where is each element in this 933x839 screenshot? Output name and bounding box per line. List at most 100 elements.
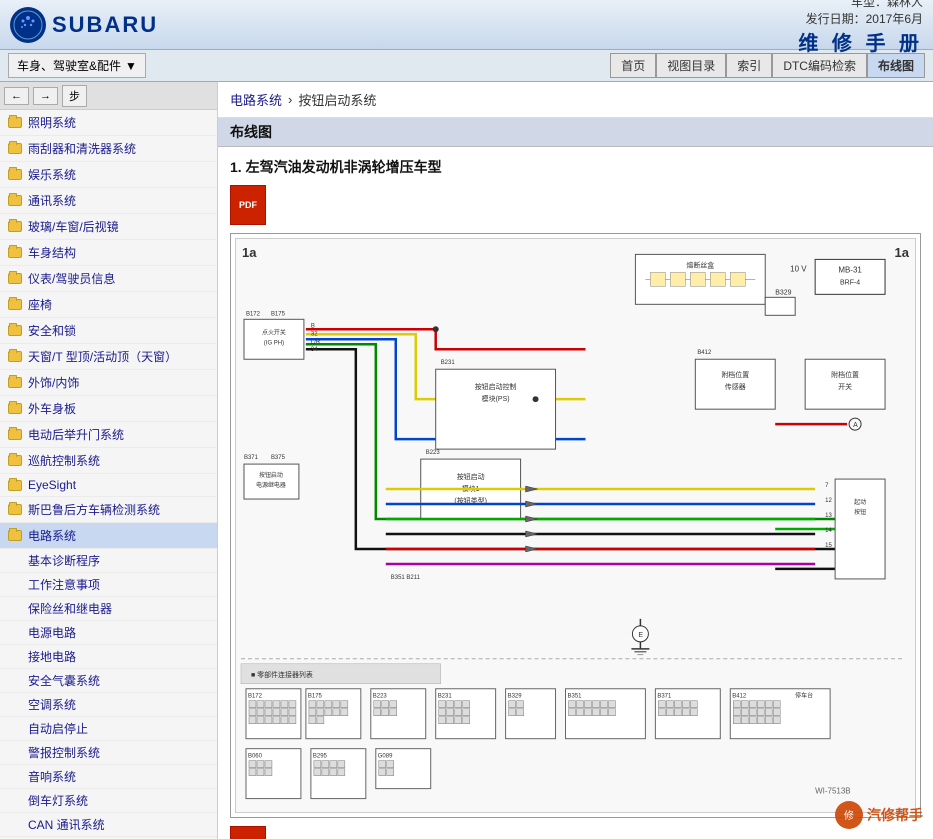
brand-name: SUBARU — [52, 12, 158, 38]
svg-text:A: A — [853, 422, 858, 429]
content-area: 电路系统 › 按钮启动系统 布线图 1. 左驾汽油发动机非涡轮增压车型 PDF … — [218, 82, 933, 839]
index-button[interactable]: 索引 — [726, 53, 772, 78]
sidebar-item-work-notes[interactable]: 工作注意事项 — [0, 573, 217, 597]
svg-text:按钮启动: 按钮启动 — [259, 471, 283, 479]
sidebar-item-label: 自动启停止 — [28, 722, 88, 736]
sidebar-item-sunroof[interactable]: 天窗/T 型顶/活动顶（天窗） — [0, 344, 217, 370]
sidebar-item-alarm[interactable]: 警报控制系统 — [0, 741, 217, 765]
svg-text:按钮启动: 按钮启动 — [457, 472, 485, 481]
folder-icon — [8, 143, 22, 154]
sidebar-nav-bar: ← → 步 — [0, 82, 217, 110]
sidebar-item-basic-diag[interactable]: 基本诊断程序 — [0, 549, 217, 573]
wiring-button[interactable]: 布线图 — [867, 53, 925, 78]
svg-text:E: E — [638, 632, 643, 639]
pdf-button-bottom[interactable]: PDF — [230, 826, 266, 839]
sidebar-item-label: 玻璃/车窗/后视镜 — [28, 218, 119, 235]
sidebar-item-security[interactable]: 安全和锁 — [0, 318, 217, 344]
category-label: 车身、驾驶室&配件 — [17, 57, 121, 74]
forward-button[interactable]: → — [33, 87, 58, 105]
svg-text:电源继电器: 电源继电器 — [256, 481, 286, 489]
svg-text:熔断丝盒: 熔断丝盒 — [686, 260, 714, 269]
sidebar-item-label: 天窗/T 型顶/活动顶（天窗） — [28, 348, 177, 365]
svg-text:MB-31: MB-31 — [838, 265, 862, 274]
sidebar-item-fuse-relay[interactable]: 保险丝和继电器 — [0, 597, 217, 621]
svg-text:B351 B211: B351 B211 — [391, 575, 421, 581]
sidebar-item-can[interactable]: CAN 通讯系统 — [0, 813, 217, 837]
sidebar-item-label: 接地电路 — [28, 650, 76, 664]
sidebar-item-body-structure[interactable]: 车身结构 — [0, 240, 217, 266]
header-info: 车型：森林人 发行日期：2017年6月 维 修 手 册 — [798, 0, 923, 56]
breadcrumb-parent[interactable]: 电路系统 — [230, 90, 282, 109]
sidebar-item-subaru-rear[interactable]: 斯巴鲁后方车辆检测系统 — [0, 497, 217, 523]
sidebar-item-label: 外饰/内饰 — [28, 374, 79, 391]
svg-text:B371: B371 — [244, 455, 259, 461]
sidebar-item-cruise[interactable]: 巡航控制系统 — [0, 448, 217, 474]
folder-icon — [8, 325, 22, 336]
back-button[interactable]: ← — [4, 87, 29, 105]
diagram-label-top-left: 1a — [242, 245, 256, 260]
nav-buttons: 首页 视图目录 索引 DTC编码检索 布线图 — [610, 53, 925, 78]
sidebar-item-liftgate[interactable]: 电动后举升门系统 — [0, 422, 217, 448]
folder-icon — [8, 530, 22, 541]
svg-text:B231: B231 — [441, 360, 456, 366]
svg-text:32: 32 — [311, 331, 318, 337]
dtc-button[interactable]: DTC编码检索 — [772, 53, 867, 78]
svg-text:■ 零部件连接器列表: ■ 零部件连接器列表 — [251, 670, 313, 679]
folder-icon — [8, 504, 22, 515]
svg-text:12: 12 — [825, 498, 832, 504]
sidebar-item-label: 仪表/驾驶员信息 — [28, 270, 115, 287]
sidebar-item-label: 巡航控制系统 — [28, 452, 100, 469]
step-button[interactable]: 步 — [62, 85, 87, 107]
sidebar-item-label: 倒车灯系统 — [28, 794, 88, 808]
manual-title: 维 修 手 册 — [798, 27, 923, 56]
sidebar-item-interior[interactable]: 外饰/内饰 — [0, 370, 217, 396]
breadcrumb-current: 按钮启动系统 — [298, 90, 376, 109]
svg-text:B060: B060 — [248, 754, 263, 760]
sidebar-item-airbag[interactable]: 安全气囊系统 — [0, 669, 217, 693]
sidebar-item-instrument[interactable]: 仪表/驾驶员信息 — [0, 266, 217, 292]
svg-text:传感器: 传感器 — [725, 382, 746, 391]
sidebar-item-communication[interactable]: 通讯系统 — [0, 188, 217, 214]
sidebar-item-auto-stop[interactable]: 自动启停止 — [0, 717, 217, 741]
content-body: 1. 左驾汽油发动机非涡轮增压车型 PDF 1a 1a — [218, 147, 933, 839]
svg-text:BRF-4: BRF-4 — [840, 279, 860, 286]
sidebar-item-audio[interactable]: 音响系统 — [0, 765, 217, 789]
sidebar-item-reverse-light[interactable]: 倒车灯系统 — [0, 789, 217, 813]
sidebar-item-seat[interactable]: 座椅 — [0, 292, 217, 318]
watermark-label: 汽修帮手 — [867, 805, 923, 825]
pdf-button[interactable]: PDF — [230, 185, 266, 225]
sidebar-item-body-panel[interactable]: 外车身板 — [0, 396, 217, 422]
sidebar-item-label: 安全和锁 — [28, 322, 76, 339]
svg-text:B375: B375 — [271, 455, 286, 461]
svg-text:15: 15 — [825, 543, 832, 549]
sidebar-item-lighting[interactable]: 照明系统 — [0, 110, 217, 136]
svg-text:13: 13 — [825, 513, 832, 519]
sidebar-item-glass[interactable]: 玻璃/车窗/后视镜 — [0, 214, 217, 240]
diagram-label-top-right: 1a — [895, 245, 909, 260]
view-index-button[interactable]: 视图目录 — [656, 53, 726, 78]
category-dropdown[interactable]: 车身、驾驶室&配件 ▼ — [8, 53, 146, 78]
svg-text:按钮启动控制: 按钮启动控制 — [475, 382, 517, 391]
sidebar-item-label: 斯巴鲁后方车辆检测系统 — [28, 501, 160, 518]
svg-text:B329: B329 — [508, 694, 523, 700]
sidebar-item-wipers[interactable]: 雨刮器和清洗器系统 — [0, 136, 217, 162]
svg-text:附档位置: 附档位置 — [831, 370, 859, 379]
wiring-diagram: 1a 1a MB-31 BRF-4 10 V — [235, 238, 916, 813]
section-title: 1. 左驾汽油发动机非涡轮增压车型 — [230, 157, 921, 177]
folder-icon — [8, 117, 22, 128]
sidebar-item-electrical[interactable]: 电路系统 — [0, 523, 217, 549]
sidebar-item-ground[interactable]: 接地电路 — [0, 645, 217, 669]
main-layout: ← → 步 照明系统 雨刮器和清洗器系统 娱乐系统 通讯系统 玻璃/车窗/后视镜… — [0, 82, 933, 839]
sidebar-item-power-circuit[interactable]: 电源电路 — [0, 621, 217, 645]
sidebar-item-label: 安全气囊系统 — [28, 674, 100, 688]
svg-text:B351: B351 — [568, 694, 583, 700]
sidebar-item-ac[interactable]: 空调系统 — [0, 693, 217, 717]
breadcrumb-separator: › — [288, 92, 292, 107]
logo-area: SUBARU — [10, 7, 158, 43]
issue-date: 发行日期：2017年6月 — [798, 10, 923, 27]
sidebar-item-entertainment[interactable]: 娱乐系统 — [0, 162, 217, 188]
svg-text:B329: B329 — [775, 289, 791, 296]
sidebar-item-label: 工作注意事项 — [28, 578, 100, 592]
sidebar-item-eyesight[interactable]: EyeSight — [0, 474, 217, 497]
home-button[interactable]: 首页 — [610, 53, 656, 78]
